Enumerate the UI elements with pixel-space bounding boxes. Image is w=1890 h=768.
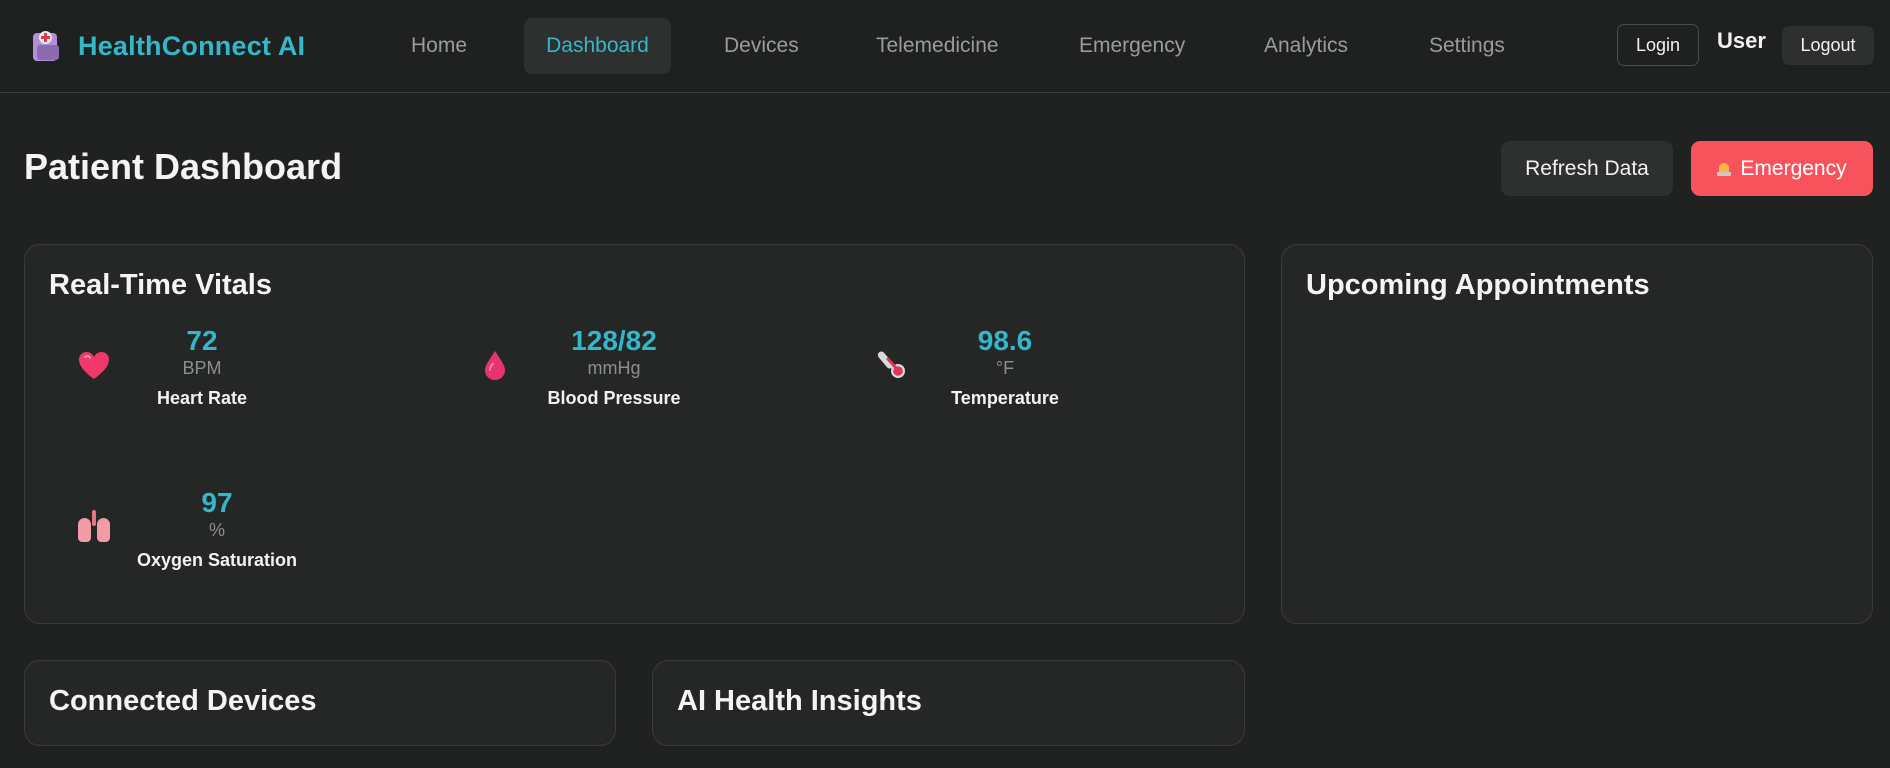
vitals-card-title: Real-Time Vitals [49, 269, 272, 301]
appointments-card-title: Upcoming Appointments [1306, 269, 1650, 301]
oxygen-saturation-unit: % [208, 520, 225, 540]
nav-item-home[interactable]: Home [393, 18, 485, 74]
temperature-unit: °F [995, 358, 1015, 378]
siren-icon [1717, 160, 1732, 176]
heart-rate-label: Heart Rate [156, 388, 248, 408]
appointments-card: Upcoming Appointments [1281, 244, 1873, 624]
blood-pressure-label: Blood Pressure [547, 388, 681, 408]
oxygen-saturation-label: Oxygen Saturation [136, 550, 298, 570]
user-label: User [1717, 28, 1766, 53]
refresh-data-button[interactable]: Refresh Data [1501, 141, 1673, 196]
blood-pressure-value: 128/82 [571, 325, 657, 356]
heart-rate-value: 72 [186, 325, 218, 356]
heart-rate-unit: BPM [182, 358, 222, 378]
ai-health-insights-card: AI Health Insights [652, 660, 1245, 746]
heart-icon [79, 352, 109, 379]
blood-pressure-unit: mmHg [587, 358, 641, 378]
temperature-value: 98.6 [977, 325, 1033, 356]
lungs-icon [77, 510, 111, 544]
emergency-button-label: Emergency [1740, 157, 1847, 180]
blood-drop-icon [485, 351, 505, 380]
nav-item-settings[interactable]: Settings [1411, 18, 1523, 74]
nav-item-devices[interactable]: Devices [706, 18, 817, 74]
nav-item-analytics[interactable]: Analytics [1246, 18, 1366, 74]
page-title: Patient Dashboard [24, 146, 343, 187]
ai-health-insights-card-title: AI Health Insights [677, 685, 922, 717]
connected-devices-card-title: Connected Devices [49, 685, 317, 717]
nav-item-dashboard[interactable]: Dashboard [524, 18, 671, 74]
temperature-label: Temperature [951, 388, 1059, 408]
oxygen-saturation-value: 97 [201, 487, 233, 518]
logout-button[interactable]: Logout [1782, 26, 1874, 65]
nav-item-telemedicine[interactable]: Telemedicine [858, 18, 1017, 74]
vitals-card: Real-Time Vitals 72 BPM Heart Rate 128/8… [24, 244, 1245, 624]
thermometer-icon [877, 351, 905, 378]
connected-devices-card: Connected Devices [24, 660, 616, 746]
login-button[interactable]: Login [1617, 24, 1699, 66]
nav-item-emergency[interactable]: Emergency [1061, 18, 1203, 74]
top-navigation-bar: HealthConnect AI Home Dashboard Devices … [0, 0, 1890, 93]
hospital-icon [30, 29, 62, 63]
brand-name: HealthConnect AI [78, 30, 306, 61]
brand[interactable]: HealthConnect AI [30, 26, 305, 66]
emergency-button[interactable]: Emergency [1691, 141, 1873, 196]
